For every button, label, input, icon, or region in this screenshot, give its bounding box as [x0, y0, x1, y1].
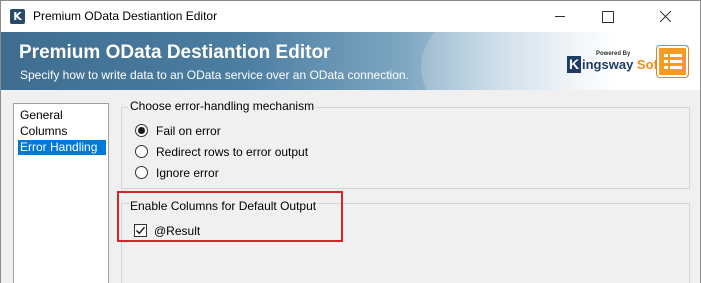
- editor-window: K Premium OData Destiantion Editor Premi…: [0, 0, 701, 283]
- default-output-panel: [122, 204, 689, 283]
- app-icon: K: [10, 9, 25, 24]
- logo-k-mark: K: [567, 56, 581, 73]
- nav-item-columns[interactable]: Columns: [18, 124, 69, 139]
- minimize-button[interactable]: [537, 1, 583, 32]
- kingswaysoft-logo: Powered By K ingsway Soft: [567, 51, 662, 79]
- error-mechanism-group: Choose error-handling mechanism Fail on …: [121, 99, 690, 189]
- radio-label[interactable]: Ignore error: [156, 166, 219, 180]
- error-mechanism-legend: Choose error-handling mechanism: [128, 99, 317, 113]
- banner-title: Premium OData Destiantion Editor: [19, 42, 331, 63]
- title-bar[interactable]: K Premium OData Destiantion Editor: [1, 1, 700, 32]
- page-nav-list: General Columns Error Handling: [13, 103, 109, 283]
- result-checkbox[interactable]: [134, 224, 147, 237]
- default-output-legend: Enable Columns for Default Output: [129, 199, 318, 213]
- close-button[interactable]: [631, 1, 700, 32]
- radio-button[interactable]: [135, 145, 148, 158]
- radio-button[interactable]: [135, 124, 148, 137]
- maximize-button[interactable]: [584, 1, 630, 32]
- document-list-icon: [657, 46, 688, 77]
- radio-button[interactable]: [135, 166, 148, 179]
- result-column-label[interactable]: @Result: [154, 224, 200, 238]
- checkmark-icon: [135, 226, 146, 235]
- banner-subtitle: Specify how to write data to an OData se…: [20, 68, 409, 82]
- error-handling-panel: Choose error-handling mechanism Fail on …: [117, 99, 700, 283]
- header-banner: Premium OData Destiantion Editor Specify…: [1, 32, 700, 90]
- radio-label[interactable]: Redirect rows to error output: [156, 145, 308, 159]
- nav-item-error-handling[interactable]: Error Handling: [18, 140, 106, 155]
- window-title: Premium OData Destiantion Editor: [33, 9, 218, 23]
- radio-label[interactable]: Fail on error: [156, 124, 221, 138]
- default-output-group: [121, 203, 690, 283]
- logo-word-kingsway: ingsway: [582, 57, 634, 72]
- logo-wordmark: ingsway Soft: [582, 57, 662, 72]
- nav-item-general[interactable]: General: [18, 108, 65, 123]
- close-icon: [660, 11, 671, 22]
